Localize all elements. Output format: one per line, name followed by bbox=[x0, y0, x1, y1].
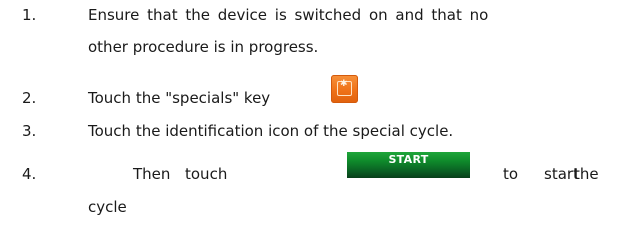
step-1-text-line-2: other procedure is in progress. bbox=[88, 38, 319, 56]
start-button-image: START bbox=[347, 152, 470, 178]
step-4-text-line-2: cycle bbox=[88, 198, 127, 216]
step-number-2: 2. bbox=[22, 89, 37, 107]
step-4-word-then: Then bbox=[133, 165, 171, 183]
step-1-text-line-1: Ensure that the device is switched on an… bbox=[88, 6, 489, 24]
step-number-4: 4. bbox=[22, 165, 37, 183]
step-number-1: 1. bbox=[22, 6, 37, 24]
snowflake-icon: ✱ bbox=[340, 79, 348, 89]
step-number-3: 3. bbox=[22, 122, 37, 140]
step-3-text: Touch the identification icon of the spe… bbox=[88, 122, 454, 140]
step-4-word-to: to bbox=[503, 165, 519, 183]
step-4-word-touch: touch bbox=[185, 165, 228, 183]
step-4-word-the: the bbox=[574, 165, 599, 183]
step-2-text: Touch the "specials" key bbox=[88, 89, 271, 107]
specials-key-icon: ✱ bbox=[331, 75, 358, 103]
